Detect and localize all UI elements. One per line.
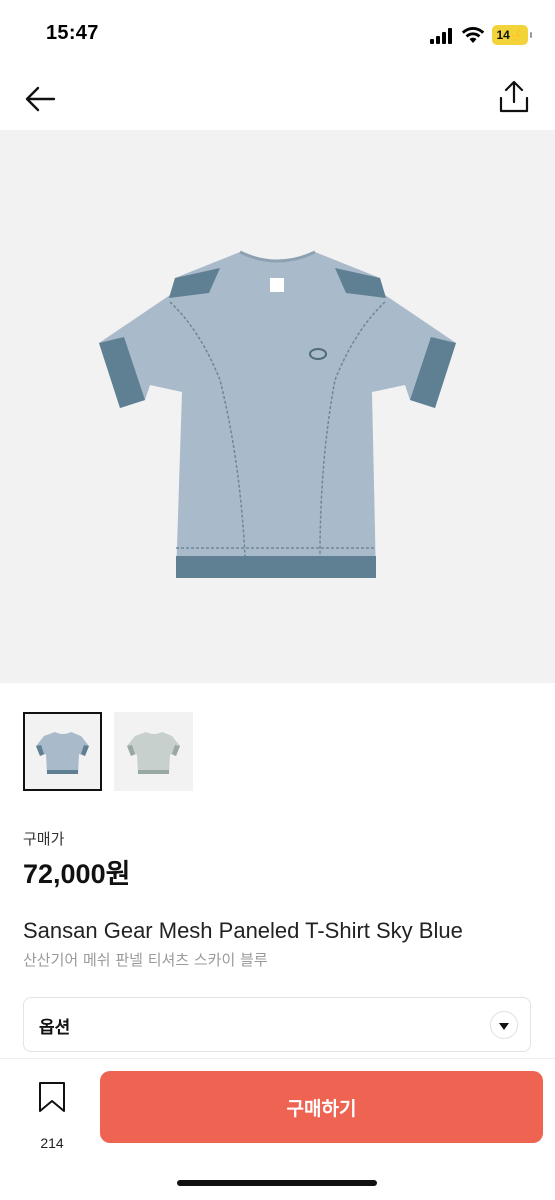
bookmark-button[interactable]: 214 bbox=[30, 1081, 74, 1151]
chevron-down-icon bbox=[490, 1011, 518, 1039]
share-button[interactable] bbox=[494, 78, 534, 118]
back-button[interactable] bbox=[22, 80, 62, 120]
product-title: Sansan Gear Mesh Paneled T-Shirt Sky Blu… bbox=[23, 918, 463, 943]
bookmark-count: 214 bbox=[40, 1135, 64, 1151]
price-value: 72,000원 bbox=[23, 859, 131, 889]
t-shirt-image bbox=[99, 250, 456, 578]
bottom-action-bar: 214 구매하기 bbox=[0, 1058, 555, 1200]
bookmark-icon bbox=[39, 1082, 65, 1112]
battery-charging-icon: 14 ⚡ bbox=[492, 25, 532, 45]
option-dropdown[interactable]: 옵션 bbox=[23, 997, 531, 1052]
home-indicator bbox=[177, 1180, 377, 1186]
battery-level: 14 bbox=[496, 28, 510, 42]
cellular-signal-icon bbox=[430, 28, 454, 44]
thumbnail-1[interactable] bbox=[23, 712, 102, 791]
thumbnail-2[interactable] bbox=[114, 712, 193, 791]
status-bar: 15:47 14 ⚡ bbox=[0, 0, 555, 70]
wifi-icon bbox=[461, 26, 485, 44]
share-upload-icon bbox=[499, 80, 529, 113]
option-label: 옵션 bbox=[39, 1018, 71, 1038]
product-image[interactable] bbox=[0, 130, 555, 683]
arrow-left-icon bbox=[25, 86, 56, 112]
product-subtitle: 산산기어 메쉬 판넬 티셔츠 스카이 블루 bbox=[23, 951, 268, 969]
status-time: 15:47 bbox=[46, 22, 99, 44]
nav-bar bbox=[0, 70, 555, 130]
price-label: 구매가 bbox=[23, 830, 65, 848]
buy-button[interactable]: 구매하기 bbox=[100, 1071, 543, 1143]
